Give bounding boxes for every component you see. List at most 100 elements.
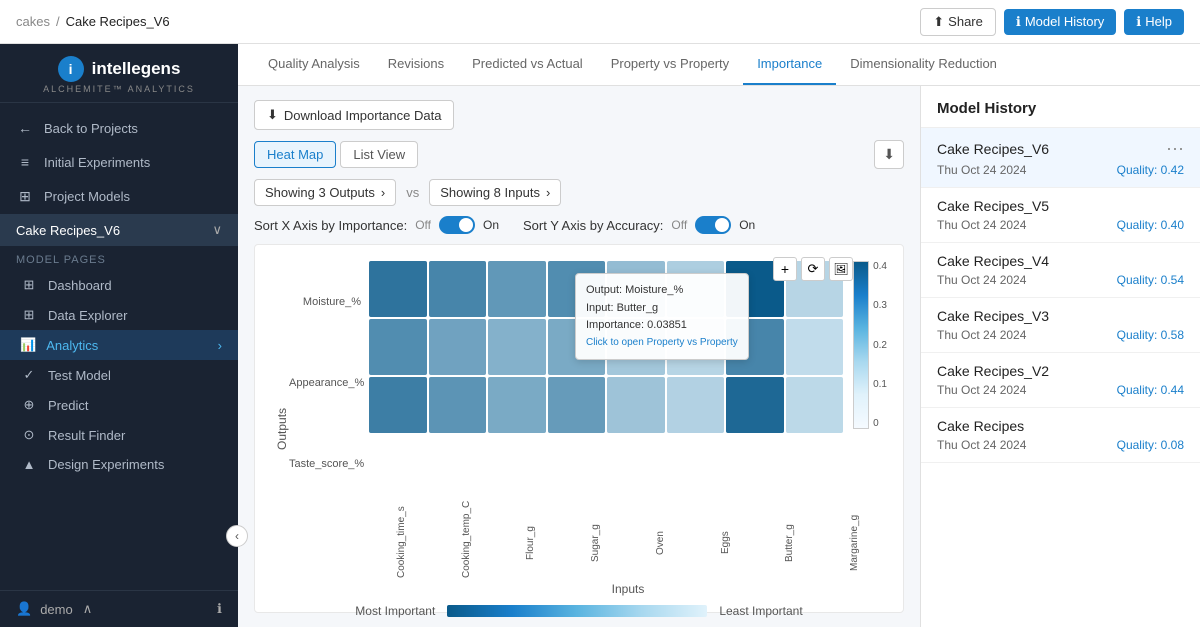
models-label: Project Models [44, 189, 130, 204]
heat-cell[interactable] [548, 261, 606, 317]
data-label: Data Explorer [48, 308, 127, 323]
tab-importance[interactable]: Importance [743, 44, 836, 85]
model-history-item[interactable]: Cake Recipes_V3 Thu Oct 24 2024 Quality:… [921, 298, 1200, 353]
sidebar-item-predict[interactable]: ⊕ Predict [0, 390, 238, 420]
logo-icon: i [58, 56, 84, 82]
heat-cell[interactable] [667, 261, 725, 317]
tabs-bar: Quality Analysis Revisions Predicted vs … [238, 44, 1200, 86]
heat-cell[interactable] [667, 377, 725, 433]
model-history-menu-icon[interactable]: ··· [1166, 138, 1184, 159]
heatmap-grid-area [369, 261, 843, 504]
heat-cell[interactable] [667, 319, 725, 375]
heat-cell[interactable] [488, 377, 546, 433]
model-history-item[interactable]: Cake Recipes_V2 Thu Oct 24 2024 Quality:… [921, 353, 1200, 408]
tab-dimensionality[interactable]: Dimensionality Reduction [836, 44, 1011, 85]
heat-cell[interactable] [607, 377, 665, 433]
sidebar-item-models[interactable]: ⊞ Project Models [0, 179, 238, 214]
model-history-title: Model History [921, 86, 1200, 128]
dashboard-icon: ⊞ [20, 277, 38, 293]
model-history-panel: Model History Cake Recipes_V6 ··· Thu Oc… [920, 86, 1200, 627]
dashboard-label: Dashboard [48, 278, 112, 293]
user-icon: 👤 [16, 601, 32, 617]
sidebar-item-test[interactable]: ✓ Test Model [0, 360, 238, 390]
result-icon: ⊙ [20, 427, 38, 443]
sidebar: i intellegens ALCHEMITE™ ANALYTICS ← Bac… [0, 44, 238, 627]
outputs-filter-label: Showing 3 Outputs [265, 185, 375, 200]
heat-cell[interactable] [429, 319, 487, 375]
heat-cell[interactable] [488, 319, 546, 375]
sidebar-item-analytics[interactable]: 📊 Analytics › [0, 330, 238, 360]
model-history-item-name: Cake Recipes [937, 418, 1024, 434]
sidebar-item-dashboard[interactable]: ⊞ Dashboard [0, 270, 238, 300]
heat-cell[interactable] [607, 261, 665, 317]
sidebar-item-design[interactable]: ▲ Design Experiments [0, 450, 238, 479]
model-history-quality: Quality: 0.58 [1117, 328, 1184, 342]
back-icon: ← [16, 120, 34, 136]
heat-cell[interactable] [607, 319, 665, 375]
heat-cell[interactable] [726, 319, 784, 375]
sort-y-label: Sort Y Axis by Accuracy: [523, 218, 663, 233]
sidebar-item-result[interactable]: ⊙ Result Finder [0, 420, 238, 450]
x-label-7: Margarine_g [849, 508, 860, 578]
y-axis-labels: Moisture_% Appearance_% Taste_score_% [289, 261, 369, 504]
legend-most-label: Most Important [355, 604, 435, 618]
heatmap-tab[interactable]: Heat Map [254, 141, 336, 168]
view-tab-group: Heat Map List View [254, 141, 418, 168]
heat-cell[interactable] [429, 261, 487, 317]
heat-cell[interactable] [369, 319, 427, 375]
content-area: ⬇ Download Importance Data Heat Map List… [238, 86, 1200, 627]
heat-cell[interactable] [786, 319, 844, 375]
heat-cell[interactable] [429, 377, 487, 433]
help-info-icon: ℹ [1136, 14, 1141, 30]
test-label: Test Model [48, 368, 111, 383]
zoom-in-button[interactable]: + [773, 257, 797, 281]
model-history-quality: Quality: 0.42 [1117, 163, 1184, 177]
download-label: Download Importance Data [284, 108, 442, 123]
sidebar-item-experiments[interactable]: ≡ Initial Experiments [0, 145, 238, 179]
heat-cell[interactable] [488, 261, 546, 317]
model-history-item-name: Cake Recipes_V6 [937, 141, 1049, 157]
model-history-button[interactable]: ℹ Model History [1004, 9, 1116, 35]
share-button[interactable]: ⬆ Share [920, 8, 996, 36]
model-history-quality: Quality: 0.54 [1117, 273, 1184, 287]
tab-revisions[interactable]: Revisions [374, 44, 458, 85]
heat-cell[interactable] [369, 261, 427, 317]
sidebar-footer-user[interactable]: 👤 demo ∧ ℹ [0, 590, 238, 627]
chart-download-button[interactable]: ⬇ [874, 140, 904, 169]
outputs-filter-button[interactable]: Showing 3 Outputs › [254, 179, 396, 206]
x-label-0: Cooking_time_s [396, 508, 407, 578]
heat-cell[interactable] [548, 377, 606, 433]
model-history-item[interactable]: Cake Recipes Thu Oct 24 2024 Quality: 0.… [921, 408, 1200, 463]
user-label: demo [40, 602, 73, 617]
download-button[interactable]: ⬇ Download Importance Data [254, 100, 454, 130]
sidebar-item-data-explorer[interactable]: ⊞ Data Explorer [0, 300, 238, 330]
model-history-item[interactable]: Cake Recipes_V5 Thu Oct 24 2024 Quality:… [921, 188, 1200, 243]
model-history-item[interactable]: Cake Recipes_V4 Thu Oct 24 2024 Quality:… [921, 243, 1200, 298]
logo-name: intellegens [92, 59, 181, 79]
tab-property[interactable]: Property vs Property [597, 44, 744, 85]
heat-cell[interactable] [369, 377, 427, 433]
y-label-1: Appearance_% [289, 377, 361, 389]
download-icon: ⬇ [267, 107, 278, 123]
analytics-label: Analytics [46, 338, 98, 353]
help-button[interactable]: ℹ Help [1124, 9, 1184, 35]
inputs-filter-button[interactable]: Showing 8 Inputs › [429, 179, 561, 206]
sidebar-item-project[interactable]: Cake Recipes_V6 ∨ [0, 214, 238, 246]
design-icon: ▲ [20, 457, 38, 472]
photo-button[interactable]: 🖼 [829, 257, 853, 281]
sidebar-collapse-button[interactable]: ‹ [226, 525, 248, 547]
zoom-reset-button[interactable]: ⟳ [801, 257, 825, 281]
sidebar-item-back[interactable]: ← Back to Projects [0, 111, 238, 145]
heat-cell[interactable] [786, 377, 844, 433]
sort-y-toggle[interactable] [695, 216, 731, 234]
tab-predicted[interactable]: Predicted vs Actual [458, 44, 597, 85]
scale-max: 0.4 [873, 261, 887, 272]
design-label: Design Experiments [48, 457, 164, 472]
heat-cell[interactable] [548, 319, 606, 375]
model-history-item[interactable]: Cake Recipes_V6 ··· Thu Oct 24 2024 Qual… [921, 128, 1200, 188]
help-label: Help [1145, 14, 1172, 29]
sort-x-toggle[interactable] [439, 216, 475, 234]
tab-quality[interactable]: Quality Analysis [254, 44, 374, 85]
listview-tab[interactable]: List View [340, 141, 418, 168]
heat-cell[interactable] [726, 377, 784, 433]
